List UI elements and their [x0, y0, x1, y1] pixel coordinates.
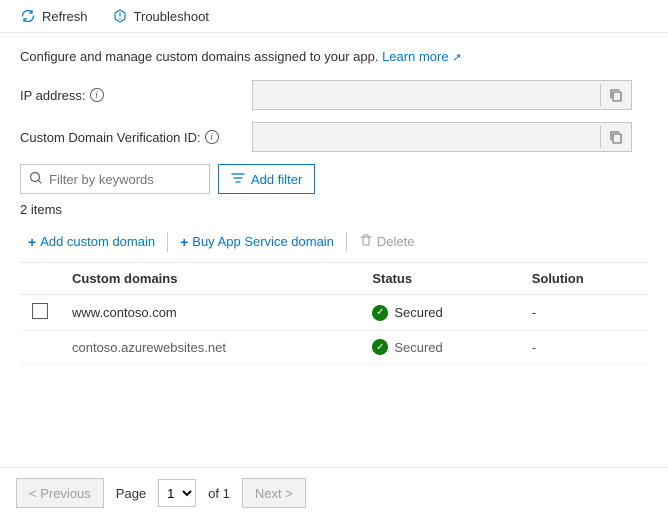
external-link-icon: ↗: [452, 52, 461, 64]
row2-checkbox-cell: [20, 331, 60, 364]
ip-address-info-icon[interactable]: i: [90, 88, 104, 102]
col-status: Status: [360, 263, 519, 295]
next-button[interactable]: Next >: [242, 478, 306, 508]
refresh-icon: [20, 8, 36, 24]
row2-status: ✓ Secured: [360, 331, 519, 364]
toolbar: Refresh Troubleshoot: [0, 0, 668, 33]
description-text: Configure and manage custom domains assi…: [20, 49, 648, 64]
filter-bar: Add filter: [20, 164, 648, 194]
action-separator-1: [167, 232, 168, 252]
row2-status-badge: ✓ Secured: [372, 339, 507, 355]
search-input[interactable]: [49, 172, 189, 187]
col-custom-domains: Custom domains: [60, 263, 360, 295]
pagination-footer: < Previous Page 1 of 1 Next >: [0, 467, 668, 518]
action-separator-2: [346, 232, 347, 252]
page-select[interactable]: 1: [158, 479, 196, 507]
row1-status: ✓ Secured: [360, 295, 519, 331]
delete-button[interactable]: Delete: [351, 229, 423, 254]
ip-address-label: IP address: i: [20, 88, 240, 103]
col-checkbox: [20, 263, 60, 295]
page-label: Page: [116, 486, 146, 501]
delete-icon: [359, 233, 373, 250]
verification-id-info-icon[interactable]: i: [205, 130, 219, 144]
secured-icon-2: ✓: [372, 339, 388, 355]
table-row: contoso.azurewebsites.net ✓ Secured -: [20, 331, 648, 364]
ip-address-row: IP address: i: [20, 80, 648, 110]
table-header-row: Custom domains Status Solution: [20, 263, 648, 295]
domains-table-wrapper: Custom domains Status Solution www.conto…: [20, 263, 648, 364]
troubleshoot-button[interactable]: Troubleshoot: [108, 6, 213, 26]
action-bar: + Add custom domain + Buy App Service do…: [20, 229, 648, 263]
add-icon: +: [28, 234, 36, 250]
row1-checkbox-cell: [20, 295, 60, 331]
secured-icon: ✓: [372, 305, 388, 321]
verification-id-copy-button[interactable]: [600, 126, 631, 148]
col-solution: Solution: [520, 263, 648, 295]
verification-id-row: Custom Domain Verification ID: i: [20, 122, 648, 152]
row2-solution: -: [520, 331, 648, 364]
troubleshoot-icon: [112, 8, 128, 24]
buy-app-service-domain-button[interactable]: + Buy App Service domain: [172, 230, 342, 254]
troubleshoot-label: Troubleshoot: [134, 9, 209, 24]
table-row: www.contoso.com ✓ Secured -: [20, 295, 648, 331]
row1-status-badge: ✓ Secured: [372, 305, 507, 321]
add-icon-2: +: [180, 234, 188, 250]
copy-icon-2: [609, 130, 623, 144]
refresh-button[interactable]: Refresh: [16, 6, 92, 26]
search-wrapper: [20, 164, 210, 194]
row1-solution: -: [520, 295, 648, 331]
ip-address-copy-button[interactable]: [600, 84, 631, 106]
ip-address-input[interactable]: [253, 88, 600, 103]
main-content: Configure and manage custom domains assi…: [0, 33, 668, 380]
row2-domain: contoso.azurewebsites.net: [60, 331, 360, 364]
verification-id-input[interactable]: [253, 130, 600, 145]
of-label: of 1: [208, 486, 230, 501]
filter-icon: [231, 171, 245, 188]
verification-id-label: Custom Domain Verification ID: i: [20, 130, 240, 145]
refresh-label: Refresh: [42, 9, 88, 24]
add-custom-domain-button[interactable]: + Add custom domain: [20, 230, 163, 254]
items-count: 2 items: [20, 202, 648, 217]
previous-button[interactable]: < Previous: [16, 478, 104, 508]
search-icon: [29, 171, 43, 188]
domains-table: Custom domains Status Solution www.conto…: [20, 263, 648, 364]
verification-id-field-wrapper: [252, 122, 632, 152]
ip-address-field-wrapper: [252, 80, 632, 110]
row1-checkbox[interactable]: [32, 303, 48, 319]
row1-domain: www.contoso.com: [60, 295, 360, 331]
add-filter-button[interactable]: Add filter: [218, 164, 315, 194]
copy-icon: [609, 88, 623, 102]
learn-more-link[interactable]: Learn more ↗: [382, 49, 461, 64]
